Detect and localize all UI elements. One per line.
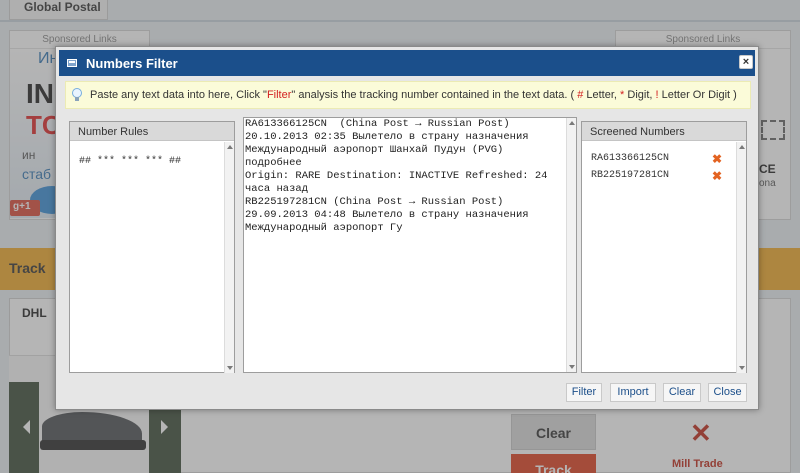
number-rule-input[interactable]: ## *** *** *** ## xyxy=(79,156,181,167)
close-button[interactable]: Close xyxy=(708,383,747,402)
dialog-title: Numbers Filter xyxy=(86,56,178,71)
numbers-filter-dialog: Numbers Filter × Paste any text data int… xyxy=(55,46,759,410)
import-button[interactable]: Import xyxy=(610,383,656,402)
dialog-title-bar: Numbers Filter × xyxy=(59,50,755,76)
screened-numbers-panel: Screened Numbers RA613366125CN ✖ RB22519… xyxy=(581,121,747,373)
text-scrollbar[interactable] xyxy=(566,118,576,372)
rules-scrollbar[interactable] xyxy=(224,142,234,373)
screened-number: RA613366125CN xyxy=(591,153,670,164)
instructions-text: Paste any text data into here, Click "Fi… xyxy=(90,89,737,101)
text-data-panel: RA613366125CN (China Post → Russian Post… xyxy=(243,117,577,373)
screened-number-row: RB225197281CN ✖ xyxy=(591,170,731,184)
close-icon[interactable]: × xyxy=(739,55,753,69)
filter-button[interactable]: Filter xyxy=(566,383,602,402)
screened-numbers-header: Screened Numbers xyxy=(582,122,746,141)
screened-number-row: RA613366125CN ✖ xyxy=(591,153,731,167)
screened-number: RB225197281CN xyxy=(591,170,670,181)
lightbulb-icon xyxy=(72,88,82,101)
clear-button[interactable]: Clear xyxy=(663,383,701,402)
window-icon xyxy=(67,59,77,67)
text-data-input[interactable]: RA613366125CN (China Post → Russian Post… xyxy=(244,118,566,235)
dialog-button-bar: Filter Import Clear Close xyxy=(65,378,751,404)
screened-scrollbar[interactable] xyxy=(736,142,746,373)
instructions-tip: Paste any text data into here, Click "Fi… xyxy=(65,81,751,109)
remove-icon[interactable]: ✖ xyxy=(712,152,722,167)
number-rules-panel: Number Rules ## *** *** *** ## xyxy=(69,121,235,373)
remove-icon[interactable]: ✖ xyxy=(712,169,722,184)
number-rules-header: Number Rules xyxy=(70,122,234,141)
